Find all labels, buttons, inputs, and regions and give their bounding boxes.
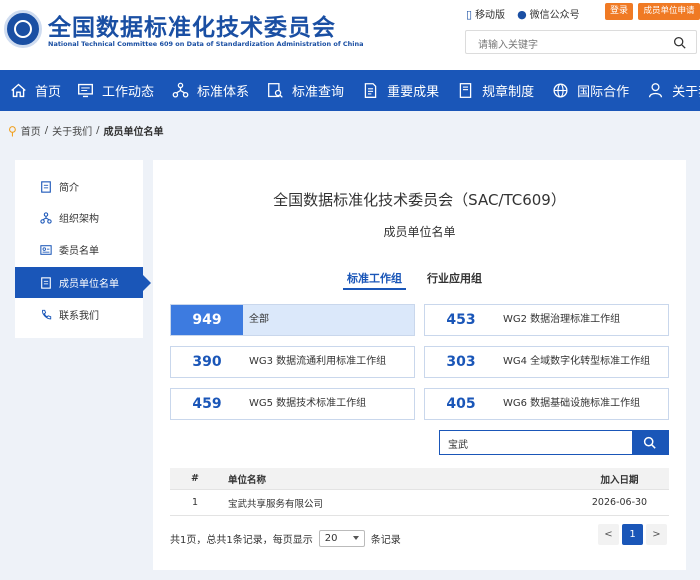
group-label: WG4 全域数字化转型标准工作组 — [503, 356, 651, 367]
sidebar-item-intro[interactable]: 简介 — [15, 171, 143, 202]
breadcrumb-separator: / — [96, 125, 100, 136]
row-unit-name: 宝武共享服务有限公司 — [228, 498, 324, 510]
group-card-all[interactable]: 949 全部 — [170, 304, 415, 336]
site-title[interactable]: 全国数据标准化技术委员会 — [48, 8, 336, 42]
search-placeholder: 请输入关键字 — [478, 40, 538, 51]
member-table: # 单位名称 加入日期 1 宝武共享服务有限公司 2026-06-30 — [170, 468, 669, 516]
group-card-wg3[interactable]: 390 WG3 数据流通利用标准工作组 — [170, 346, 415, 378]
tree-icon — [40, 211, 52, 224]
group-label: WG6 数据基础设施标准工作组 — [503, 398, 641, 409]
breadcrumb-home[interactable]: 首页 — [21, 123, 41, 138]
login-button[interactable]: 登录 — [605, 3, 633, 20]
page-subtitle: 成员单位名单 — [383, 225, 456, 239]
top-links: ▯ 移动版 ● 微信公众号 — [466, 6, 580, 21]
breadcrumb-separator: / — [44, 125, 49, 136]
search-doc-icon — [268, 83, 283, 98]
nav-international[interactable]: 国际合作 — [534, 70, 629, 111]
location-pin-icon: ⚲ — [8, 123, 17, 138]
active-tab-underline — [343, 288, 406, 290]
pager-suffix: 条记录 — [370, 535, 401, 546]
globe-icon — [553, 83, 568, 98]
network-icon — [172, 82, 189, 98]
monitor-icon — [78, 83, 93, 98]
table-row: 1 宝武共享服务有限公司 2026-06-30 — [170, 490, 669, 516]
book-icon — [459, 83, 472, 98]
pager-summary-text: 共1页，总共1条记录，每页显示 — [170, 535, 313, 546]
mobile-icon: ▯ — [466, 8, 473, 21]
page-size-select[interactable]: 20 — [318, 530, 365, 547]
table-header: # 单位名称 加入日期 — [170, 468, 669, 490]
document-icon — [364, 83, 377, 98]
breadcrumb-parent[interactable]: 关于我们 — [52, 123, 92, 138]
group-card-wg2[interactable]: 453 WG2 数据治理标准工作组 — [424, 304, 669, 336]
group-count: 390 — [192, 354, 222, 370]
nav-regulations[interactable]: 规章制度 — [439, 70, 534, 111]
list-icon — [41, 276, 51, 289]
group-count: 303 — [446, 354, 476, 370]
next-page-button[interactable]: > — [646, 524, 667, 545]
page-title: 全国数据标准化技术委员会（SAC/TC609） — [273, 191, 566, 209]
phone-icon — [42, 309, 52, 319]
group-count: 453 — [446, 312, 476, 328]
group-card-wg4[interactable]: 303 WG4 全域数字化转型标准工作组 — [424, 346, 669, 378]
breadcrumb: ⚲ 首页 / 关于我们 / 成员单位名单 — [8, 123, 164, 139]
sidebar-item-org[interactable]: 组织架构 — [15, 202, 143, 233]
sidebar-item-members[interactable]: 委员名单 — [15, 234, 143, 265]
group-count: 459 — [192, 396, 222, 412]
group-label: WG3 数据流通利用标准工作组 — [249, 356, 387, 367]
id-card-icon — [40, 244, 52, 255]
col-join-date: 加入日期 — [600, 474, 639, 486]
site-subtitle: National Technical Committee 609 on Data… — [48, 40, 364, 48]
row-join-date: 2026-06-30 — [591, 497, 648, 508]
wechat-link[interactable]: ● 微信公众号 — [517, 6, 580, 21]
breadcrumb-current: 成员单位名单 — [103, 127, 164, 138]
search-value: 宝武 — [448, 440, 468, 451]
nav-standard-system[interactable]: 标准体系 — [154, 70, 249, 111]
group-label: 全部 — [249, 314, 269, 325]
group-label: WG5 数据技术标准工作组 — [249, 398, 367, 409]
sidebar: 简介 组织架构 委员名单 成员单位名单 联系我们 — [15, 160, 151, 338]
search-icon[interactable] — [673, 36, 686, 49]
active-indicator-arrow — [143, 275, 151, 291]
group-card-wg6[interactable]: 405 WG6 数据基础设施标准工作组 — [424, 388, 669, 420]
user-icon — [649, 83, 663, 98]
sidebar-item-contact[interactable]: 联系我们 — [15, 299, 143, 330]
row-index: 1 — [191, 497, 199, 508]
group-count: 949 — [171, 305, 243, 335]
doc-icon — [41, 180, 51, 193]
pagination-summary: 共1页，总共1条记录，每页显示 20 条记录 — [170, 530, 401, 547]
col-unit-name: 单位名称 — [228, 474, 267, 486]
search-icon — [643, 436, 656, 449]
logo-emblem[interactable] — [4, 10, 42, 48]
nav-home[interactable]: 首页 — [0, 70, 61, 111]
home-icon — [11, 83, 26, 98]
nav-work-news[interactable]: 工作动态 — [61, 70, 154, 111]
mobile-link[interactable]: ▯ 移动版 — [466, 6, 505, 21]
page-button-current[interactable]: 1 — [622, 524, 643, 545]
main-nav: 首页 工作动态 标准体系 标准查询 重要成果 规章制度 国际合作 关于我们 — [0, 70, 700, 111]
tab-industry-groups[interactable]: 行业应用组 — [427, 270, 482, 286]
prev-page-button[interactable]: < — [598, 524, 619, 545]
member-apply-button[interactable]: 成员单位申请 — [638, 3, 700, 20]
group-card-wg5[interactable]: 459 WG5 数据技术标准工作组 — [170, 388, 415, 420]
sidebar-item-member-units[interactable]: 成员单位名单 — [15, 267, 151, 298]
main-panel: 全国数据标准化技术委员会（SAC/TC609） 成员单位名单 标准工作组 行业应… — [153, 160, 686, 570]
site-header: 全国数据标准化技术委员会 National Technical Committe… — [0, 0, 700, 70]
nav-standard-search[interactable]: 标准查询 — [249, 70, 344, 111]
tab-standard-groups[interactable]: 标准工作组 — [347, 270, 402, 286]
nav-about-us[interactable]: 关于我们 — [629, 70, 700, 111]
site-search-input[interactable]: 请输入关键字 — [465, 30, 697, 54]
nav-achievements[interactable]: 重要成果 — [344, 70, 439, 111]
member-search-input[interactable]: 宝武 — [439, 430, 669, 455]
search-button[interactable] — [632, 431, 668, 454]
group-count: 405 — [446, 396, 476, 412]
wechat-icon: ● — [517, 8, 527, 21]
col-index: # — [191, 473, 199, 484]
group-label: WG2 数据治理标准工作组 — [503, 314, 621, 325]
